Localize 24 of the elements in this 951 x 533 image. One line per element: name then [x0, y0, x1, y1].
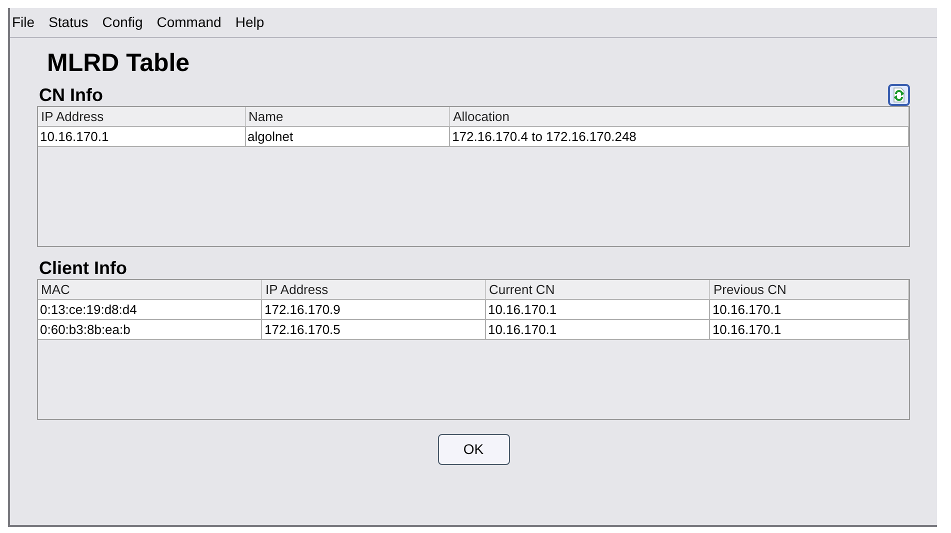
column-header[interactable]: Previous CN [710, 280, 909, 299]
menu-item[interactable]: Config [102, 12, 143, 33]
column-header[interactable]: Current CN [486, 280, 710, 299]
table-cell: 172.16.170.5 [262, 320, 486, 340]
ok-button[interactable]: OK [438, 434, 510, 465]
menu-item[interactable]: Help [235, 12, 264, 33]
table-cell: 10.16.170.1 [710, 320, 909, 340]
table-cell: 10.16.170.1 [38, 127, 246, 147]
table-cell: 0:60:b3:8b:ea:b [38, 320, 262, 340]
window-title: MLRD Table [47, 48, 190, 79]
menu-item[interactable]: Status [48, 12, 88, 33]
column-header[interactable]: MAC [38, 280, 262, 299]
refresh-icon[interactable] [888, 84, 910, 106]
menu-item[interactable]: File [12, 12, 35, 33]
column-header[interactable]: IP Address [262, 280, 486, 299]
table-cell: 10.16.170.1 [486, 320, 710, 340]
section-heading: Client Info [39, 257, 127, 279]
column-header[interactable]: Allocation [450, 107, 909, 126]
table-cell: 172.16.170.4 to 172.16.170.248 [450, 127, 909, 147]
menu-item[interactable]: Command [156, 12, 222, 33]
table-cell: algolnet [246, 127, 450, 147]
column-header[interactable]: IP Address [38, 107, 246, 126]
section-heading: CN Info [39, 84, 103, 106]
column-header[interactable]: Name [246, 107, 450, 126]
